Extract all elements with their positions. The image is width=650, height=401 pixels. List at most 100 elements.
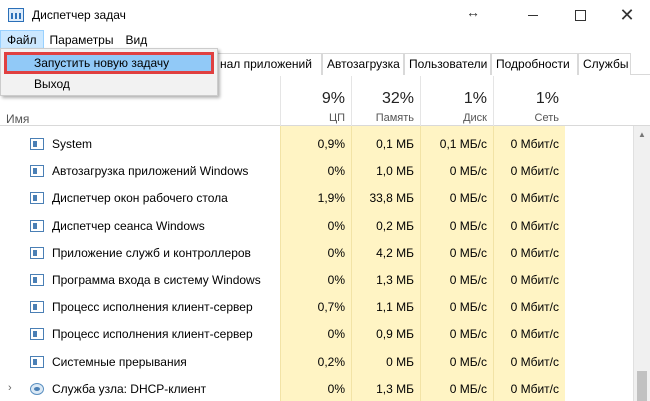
process-name: System	[52, 137, 93, 151]
window-icon	[30, 273, 44, 286]
memory-percent: 32%	[381, 90, 414, 107]
network-column-header[interactable]: 1% Сеть	[493, 76, 565, 126]
process-cpu: 1,9%	[280, 185, 351, 213]
tab-details[interactable]: Подробности	[491, 53, 578, 75]
run-new-task-item[interactable]: Запустить новую задачу	[4, 52, 214, 74]
tab-startup[interactable]: Автозагрузка	[322, 53, 404, 75]
resize-arrows-icon: ↔	[466, 4, 480, 20]
menu-view[interactable]: Вид	[119, 30, 153, 50]
process-network: 0 Мбит/с	[493, 294, 565, 322]
process-disk: 0 МБ/с	[420, 239, 493, 267]
process-name: Программа входа в систему Windows	[52, 272, 261, 287]
process-list: System 0,9% 0,1 МБ 0,1 МБ/с 0 Мбит/с Авт…	[0, 131, 633, 401]
process-cpu: 0%	[280, 212, 351, 240]
tab-services[interactable]: Службы	[578, 53, 631, 75]
process-disk: 0 МБ/с	[420, 375, 493, 401]
window-icon	[30, 301, 44, 314]
process-cpu: 0%	[280, 266, 351, 295]
minimize-button[interactable]	[510, 0, 556, 30]
window-icon	[30, 328, 44, 341]
process-name: Диспетчер сеанса Windows	[52, 218, 205, 233]
process-row[interactable]: System 0,9% 0,1 МБ 0,1 МБ/с 0 Мбит/с	[0, 131, 633, 159]
process-name: Системные прерывания	[52, 354, 187, 369]
process-row[interactable]: › Служба узла: DHCP-клиент 0% 1,3 МБ 0 М…	[0, 375, 633, 401]
close-button[interactable]: ✕	[604, 0, 650, 30]
network-label: Сеть	[534, 112, 559, 124]
process-name: Служба узла: DHCP-клиент	[52, 381, 207, 396]
disk-column-header[interactable]: 1% Диск	[420, 76, 493, 126]
network-percent: 1%	[535, 90, 559, 107]
window-icon	[30, 138, 44, 150]
process-memory: 4,2 МБ	[351, 239, 420, 267]
process-network: 0 Мбит/с	[493, 239, 565, 267]
process-row[interactable]: Процесс исполнения клиент-сервер 0% 0,9 …	[0, 321, 633, 349]
name-column-header[interactable]: Имя	[6, 112, 29, 126]
process-cpu: 0%	[280, 321, 351, 349]
process-memory: 0,2 МБ	[351, 212, 420, 240]
window-icon	[30, 192, 44, 205]
process-network: 0 Мбит/с	[493, 185, 565, 213]
task-manager-icon	[8, 8, 24, 22]
window-title: Диспетчер задач	[32, 8, 126, 22]
process-disk: 0 МБ/с	[420, 158, 493, 186]
process-name: Диспетчер окон рабочего стола	[52, 191, 228, 206]
cpu-percent: 9%	[321, 90, 345, 107]
disk-percent: 1%	[463, 90, 487, 107]
process-name: Процесс исполнения клиент-сервер	[52, 300, 253, 315]
process-memory: 0,9 МБ	[351, 321, 420, 349]
process-cpu: 0,9%	[280, 131, 351, 159]
scroll-thumb[interactable]	[637, 371, 647, 401]
vertical-scrollbar[interactable]: ▲	[633, 126, 650, 401]
window-icon	[30, 219, 44, 232]
menu-file[interactable]: Файл	[0, 30, 44, 50]
title-bar[interactable]: Диспетчер задач ↔ ✕	[0, 0, 650, 30]
tab-users[interactable]: Пользователи	[404, 53, 491, 75]
expand-arrow[interactable]: ›	[8, 382, 12, 394]
menu-options[interactable]: Параметры	[44, 30, 120, 50]
process-disk: 0,1 МБ/с	[420, 131, 493, 159]
process-memory: 0,1 МБ	[351, 131, 420, 159]
process-disk: 0 МБ/с	[420, 185, 493, 213]
process-cpu: 0%	[280, 375, 351, 401]
file-menu-dropdown: Запустить новую задачу Выход	[0, 48, 218, 96]
process-network: 0 Мбит/с	[493, 212, 565, 240]
process-row[interactable]: Диспетчер окон рабочего стола 1,9% 33,8 …	[0, 185, 633, 213]
process-row[interactable]: Автозагрузка приложений Windows 0% 1,0 М…	[0, 158, 633, 186]
tab-app-history[interactable]: нал приложений	[215, 53, 322, 75]
maximize-button[interactable]	[557, 0, 603, 30]
process-name: Процесс исполнения клиент-сервер	[52, 327, 253, 342]
window-icon	[30, 355, 44, 368]
process-memory: 1,1 МБ	[351, 294, 420, 322]
process-cpu: 0,2%	[280, 348, 351, 376]
process-memory: 1,3 МБ	[351, 375, 420, 401]
process-memory: 1,3 МБ	[351, 266, 420, 295]
exit-item[interactable]: Выход	[4, 74, 214, 96]
process-disk: 0 МБ/с	[420, 266, 493, 295]
process-disk: 0 МБ/с	[420, 294, 493, 322]
scroll-up-icon[interactable]: ▲	[638, 130, 646, 139]
process-disk: 0 МБ/с	[420, 212, 493, 240]
process-memory: 33,8 МБ	[351, 185, 420, 213]
cpu-column-header[interactable]: 9% ЦП	[280, 76, 351, 126]
process-network: 0 Мбит/с	[493, 266, 565, 295]
process-row[interactable]: Процесс исполнения клиент-сервер 0,7% 1,…	[0, 294, 633, 322]
process-cpu: 0%	[280, 239, 351, 267]
menu-bar: Файл Параметры Вид	[0, 30, 650, 50]
memory-column-header[interactable]: 32% Память	[351, 76, 420, 126]
window-icon	[30, 165, 44, 178]
process-row[interactable]: Приложение служб и контроллеров 0% 4,2 М…	[0, 239, 633, 267]
process-row[interactable]: Диспетчер сеанса Windows 0% 0,2 МБ 0 МБ/…	[0, 212, 633, 240]
process-network: 0 Мбит/с	[493, 348, 565, 376]
window-icon	[30, 246, 44, 259]
process-cpu: 0%	[280, 158, 351, 186]
memory-label: Память	[375, 112, 414, 124]
process-network: 0 Мбит/с	[493, 375, 565, 401]
process-network: 0 Мбит/с	[493, 131, 565, 159]
process-network: 0 Мбит/с	[493, 158, 565, 186]
process-disk: 0 МБ/с	[420, 348, 493, 376]
process-row[interactable]: Программа входа в систему Windows 0% 1,3…	[0, 266, 633, 295]
gear-icon	[30, 382, 44, 395]
process-row[interactable]: Системные прерывания 0,2% 0 МБ 0 МБ/с 0 …	[0, 348, 633, 376]
process-disk: 0 МБ/с	[420, 321, 493, 349]
process-memory: 1,0 МБ	[351, 158, 420, 186]
